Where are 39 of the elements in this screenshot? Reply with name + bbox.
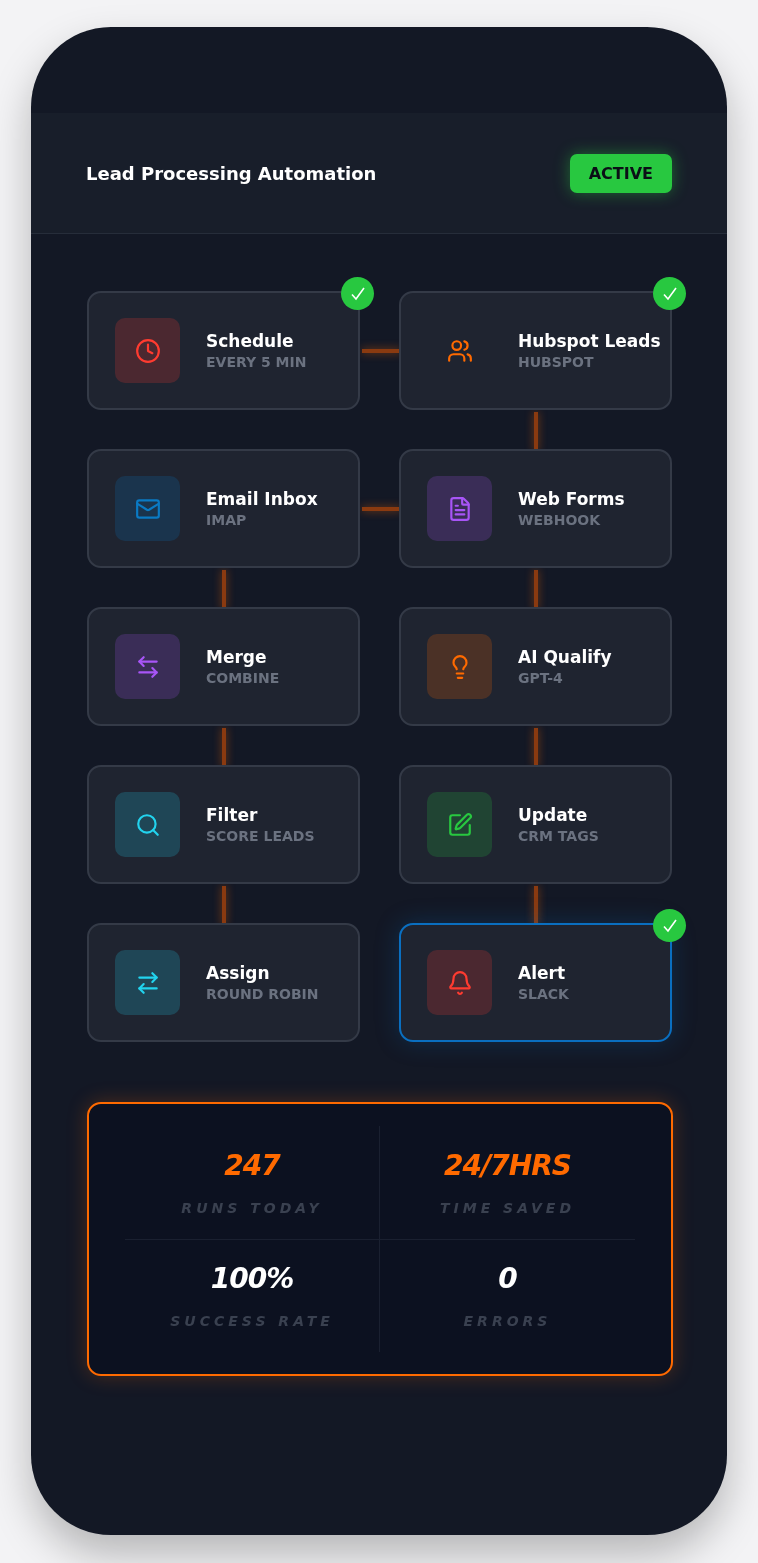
workflow-node[interactable]: Update CRM TAGS bbox=[399, 765, 672, 884]
node-title: Assign bbox=[206, 963, 271, 983]
node-title: Web Forms bbox=[518, 489, 625, 509]
node-subtitle: WEBHOOK bbox=[518, 512, 602, 528]
node-subtitle: HUBSPOT bbox=[518, 354, 595, 370]
stat-value: 0 bbox=[498, 1262, 517, 1296]
stat-value: 24/7HRS bbox=[444, 1148, 571, 1182]
stat-value: 247 bbox=[224, 1148, 280, 1182]
workflow-node[interactable]: Email Inbox IMAP bbox=[87, 449, 360, 568]
node-subtitle: CRM TAGS bbox=[518, 828, 599, 844]
node-subtitle: GPT-4 bbox=[518, 670, 564, 686]
workflow-title: Lead Processing Automation bbox=[86, 162, 377, 184]
check-icon bbox=[661, 285, 678, 302]
node-title: Filter bbox=[206, 805, 259, 825]
node-subtitle: EVERY 5 MIN bbox=[206, 354, 307, 370]
node-title: Schedule bbox=[206, 331, 295, 351]
workflow-node[interactable]: Assign ROUND ROBIN bbox=[87, 923, 360, 1042]
check-icon bbox=[661, 917, 678, 934]
node-title: Hubspot Leads bbox=[518, 331, 661, 351]
node-title: Alert bbox=[518, 963, 567, 983]
stat-value: 100% bbox=[210, 1262, 294, 1296]
node-title: Update bbox=[518, 805, 589, 825]
workflow-node[interactable]: Filter SCORE LEADS bbox=[87, 765, 360, 884]
node-subtitle: IMAP bbox=[206, 512, 248, 528]
workflow-node[interactable]: Hubspot Leads HUBSPOT bbox=[399, 291, 672, 410]
node-title: AI Qualify bbox=[518, 647, 612, 667]
workflow-node[interactable]: AI Qualify GPT-4 bbox=[399, 607, 672, 726]
node-subtitle: COMBINE bbox=[206, 670, 280, 686]
workflow-node[interactable]: Alert SLACK bbox=[399, 923, 672, 1042]
workflow-node[interactable]: Web Forms WEBHOOK bbox=[399, 449, 672, 568]
node-title: Email Inbox bbox=[206, 489, 318, 509]
workflow-node[interactable]: Merge COMBINE bbox=[87, 607, 360, 726]
node-subtitle: SLACK bbox=[518, 986, 569, 1002]
check-icon bbox=[349, 285, 366, 302]
node-subtitle: ROUND ROBIN bbox=[206, 986, 319, 1002]
node-title: Merge bbox=[206, 647, 268, 667]
status-badge: ACTIVE bbox=[569, 153, 672, 193]
workflow-node[interactable]: Schedule EVERY 5 MIN bbox=[87, 291, 360, 410]
node-subtitle: SCORE LEADS bbox=[206, 828, 315, 844]
